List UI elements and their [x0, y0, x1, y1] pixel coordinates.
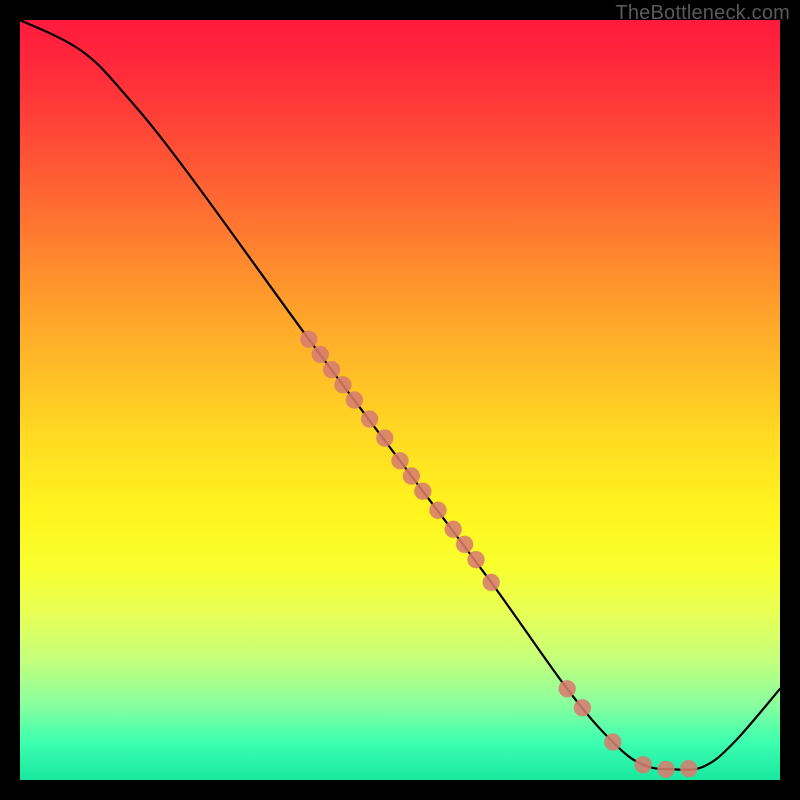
data-point — [456, 536, 473, 553]
data-point — [361, 411, 378, 428]
data-points — [300, 331, 697, 778]
data-point — [483, 574, 500, 591]
data-point — [335, 376, 352, 393]
data-point — [574, 699, 591, 716]
data-point — [680, 760, 697, 777]
data-point — [403, 468, 420, 485]
data-point — [323, 361, 340, 378]
data-point — [312, 346, 329, 363]
data-point — [445, 521, 462, 538]
data-point — [414, 483, 431, 500]
data-point — [604, 734, 621, 751]
data-point — [559, 680, 576, 697]
data-point — [346, 392, 363, 409]
chart-overlay — [20, 20, 780, 780]
data-point — [430, 502, 447, 519]
data-point — [468, 551, 485, 568]
data-point — [392, 452, 409, 469]
data-point — [635, 756, 652, 773]
data-point — [658, 761, 675, 778]
data-point — [300, 331, 317, 348]
watermark-text: TheBottleneck.com — [615, 2, 790, 25]
data-point — [376, 430, 393, 447]
bottleneck-curve — [20, 20, 780, 770]
